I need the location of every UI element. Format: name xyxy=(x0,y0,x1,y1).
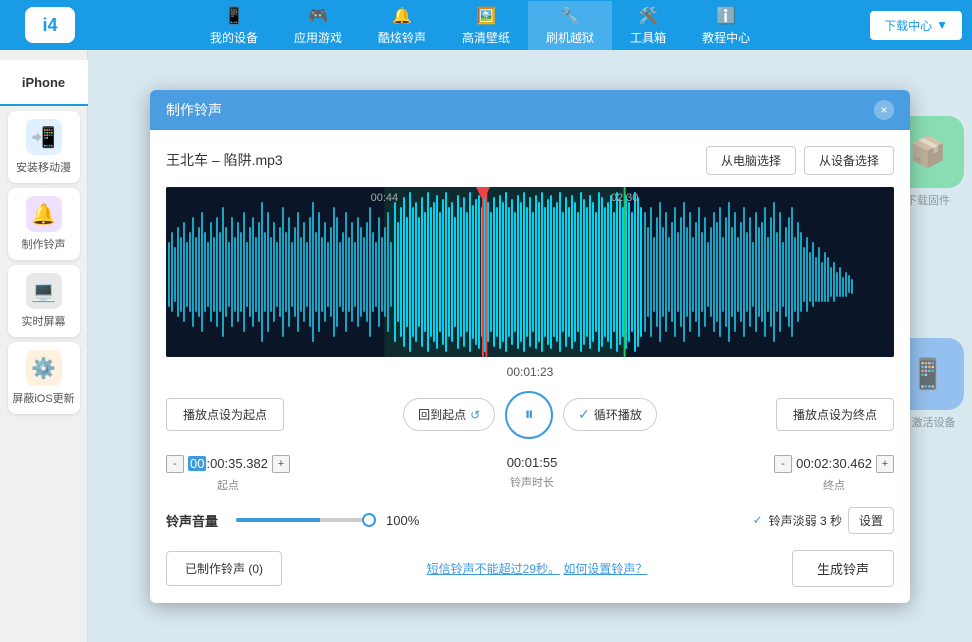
info-text: 短信铃声不能超过29秒。 如何设置铃声？ xyxy=(427,560,648,577)
volume-row: 铃声音量 100% ✓ 铃声淡弱 3 秒 设置 xyxy=(166,507,894,534)
svg-text:00:44: 00:44 xyxy=(371,192,399,204)
file-row: 王北车 – 陷阱.mp3 从电脑选择 从设备选择 xyxy=(166,146,894,175)
set-start-button[interactable]: 播放点设为起点 xyxy=(166,398,284,431)
tutorials-icon: ℹ️ xyxy=(715,5,737,27)
set-end-button[interactable]: 播放点设为终点 xyxy=(776,398,894,431)
playhead-marker xyxy=(476,187,490,357)
refresh-icon: ↺ xyxy=(470,408,480,422)
modal-title: 制作铃声 xyxy=(166,100,222,120)
start-time-group: - 00:00:35.382 + 起点 xyxy=(166,455,290,493)
current-time-display: 00:01:23 xyxy=(166,365,894,379)
volume-label: 铃声音量 xyxy=(166,511,226,530)
apps-icon: 🎮 xyxy=(307,5,329,27)
loop-button[interactable]: ✓ 循环播放 xyxy=(563,398,657,431)
top-nav: i4 📱 我的设备 🎮 应用游戏 🔔 酷炫铃声 🖼️ 高清壁纸 🔧 刷机越狱 🛠… xyxy=(0,0,972,50)
iphone-tab[interactable]: iPhone xyxy=(0,60,88,106)
end-time-decrease-button[interactable]: - xyxy=(774,455,792,473)
app-logo: i4 xyxy=(10,5,90,45)
end-time-increase-button[interactable]: + xyxy=(876,455,894,473)
wallpapers-icon: 🖼️ xyxy=(475,5,497,27)
controls-row: 播放点设为起点 回到起点 ↺ ⏸ ✓ 循环播放 播放点设为终点 xyxy=(166,391,894,439)
fade-info: ✓ 铃声淡弱 3 秒 设置 xyxy=(753,507,894,534)
fade-check-icon: ✓ xyxy=(753,513,763,527)
start-time-increase-button[interactable]: + xyxy=(272,455,290,473)
start-time-label: 起点 xyxy=(217,477,239,493)
sidebar-item-install[interactable]: 📲 安装移动漫 xyxy=(8,111,80,183)
end-time-group: - 00:02:30.462 + 终点 xyxy=(774,455,894,493)
ringtones-icon: 🔔 xyxy=(391,5,413,27)
center-controls: 回到起点 ↺ ⏸ ✓ 循环播放 xyxy=(403,391,657,439)
file-buttons: 从电脑选择 从设备选择 xyxy=(706,146,894,175)
start-time-decrease-button[interactable]: - xyxy=(166,455,184,473)
chevron-down-icon: ▼ xyxy=(936,18,948,32)
modal-header: 制作铃声 × xyxy=(150,90,910,130)
modal-overlay: 制作铃声 × 王北车 – 陷阱.mp3 从电脑选择 从设备选择 xyxy=(88,50,972,642)
play-pause-button[interactable]: ⏸ xyxy=(505,391,553,439)
sidebar: iPhone 📲 安装移动漫 🔔 制作铃声 💻 实时屏幕 ⚙️ 屏蔽iOS更新 xyxy=(0,50,88,642)
file-name: 王北车 – 陷阱.mp3 xyxy=(166,150,283,170)
nav-items: 📱 我的设备 🎮 应用游戏 🔔 酷炫铃声 🖼️ 高清壁纸 🔧 刷机越狱 🛠️ 工… xyxy=(90,1,870,50)
waveform-container[interactable]: 00:44 02:30 xyxy=(166,187,894,357)
jailbreak-icon: 🔧 xyxy=(559,5,581,27)
bottom-row: 已制作铃声 (0) 短信铃声不能超过29秒。 如何设置铃声？ 生成铃声 xyxy=(166,550,894,587)
waveform-svg: 00:44 02:30 xyxy=(166,187,894,357)
sidebar-item-screen[interactable]: 💻 实时屏幕 xyxy=(8,265,80,337)
duration-group: 00:01:55 铃声时长 xyxy=(507,455,558,490)
nav-my-devices[interactable]: 📱 我的设备 xyxy=(192,1,276,50)
duration-value: 00:01:55 xyxy=(507,455,558,470)
settings-icon: ⚙️ xyxy=(26,350,62,386)
volume-percent: 100% xyxy=(386,513,419,528)
download-center-button[interactable]: 下载中心 ▼ xyxy=(870,11,962,40)
nav-tutorials[interactable]: ℹ️ 教程中心 xyxy=(684,1,768,50)
how-to-set-link[interactable]: 如何设置铃声？ xyxy=(563,562,647,576)
made-ringtones-button[interactable]: 已制作铃声 (0) xyxy=(166,551,282,586)
nav-toolbox[interactable]: 🛠️ 工具箱 xyxy=(612,1,684,50)
nav-wallpapers[interactable]: 🖼️ 高清壁纸 xyxy=(444,1,528,50)
generate-ringtone-button[interactable]: 生成铃声 xyxy=(792,550,894,587)
sidebar-item-ringtone[interactable]: 🔔 制作铃声 xyxy=(8,188,80,260)
install-icon: 📲 xyxy=(26,119,62,155)
toolbox-icon: 🛠️ xyxy=(637,5,659,27)
screen-icon: 💻 xyxy=(26,273,62,309)
duration-label: 铃声时长 xyxy=(510,474,554,490)
from-device-button[interactable]: 从设备选择 xyxy=(804,146,894,175)
sidebar-item-hide-ios[interactable]: ⚙️ 屏蔽iOS更新 xyxy=(8,342,80,414)
end-time-value: 00:02:30.462 xyxy=(796,456,872,471)
devices-icon: 📱 xyxy=(223,5,245,27)
end-time-label: 终点 xyxy=(823,477,845,493)
pause-icon: ⏸ xyxy=(525,404,534,425)
volume-slider[interactable] xyxy=(236,518,376,522)
modal-dialog: 制作铃声 × 王北车 – 陷阱.mp3 从电脑选择 从设备选择 xyxy=(150,90,910,603)
time-inputs-row: - 00:00:35.382 + 起点 00:01:55 铃声时长 xyxy=(166,455,894,493)
modal-close-button[interactable]: × xyxy=(874,100,894,120)
start-time-value: 00:00:35.382 xyxy=(188,456,268,471)
nav-apps-games[interactable]: 🎮 应用游戏 xyxy=(276,1,360,50)
modal-body: 王北车 – 陷阱.mp3 从电脑选择 从设备选择 xyxy=(150,130,910,603)
fade-settings-button[interactable]: 设置 xyxy=(848,507,894,534)
from-pc-button[interactable]: 从电脑选择 xyxy=(706,146,796,175)
fade-text: 铃声淡弱 3 秒 xyxy=(769,512,842,529)
back-to-start-button[interactable]: 回到起点 ↺ xyxy=(403,398,495,431)
check-icon: ✓ xyxy=(578,406,590,423)
nav-jailbreak[interactable]: 🔧 刷机越狱 xyxy=(528,1,612,50)
nav-ringtones[interactable]: 🔔 酷炫铃声 xyxy=(360,1,444,50)
ringtone-icon: 🔔 xyxy=(26,196,62,232)
